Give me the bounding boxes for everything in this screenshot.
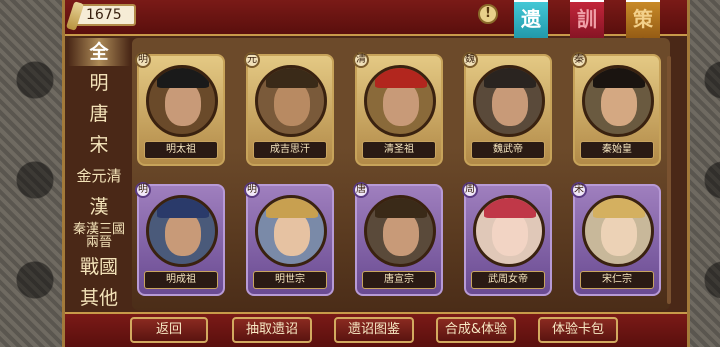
portrait	[582, 195, 654, 267]
tab-zhanguo[interactable]: 戰國	[68, 253, 130, 281]
dynasty-badge: 明	[135, 52, 151, 68]
edict-catalog-button[interactable]: 遗诏图鉴	[334, 317, 414, 343]
dynasty-badge: 秦	[571, 52, 587, 68]
card-qing-shengzu[interactable]: 清 清圣祖	[353, 52, 443, 166]
card-name: 秦始皇	[580, 141, 654, 159]
card-ming-shizong[interactable]: 明 明世宗	[244, 182, 334, 296]
face	[492, 82, 528, 126]
face	[274, 82, 310, 126]
coin-counter: 1675	[65, 1, 136, 31]
tab-ming[interactable]: 明	[68, 69, 130, 97]
card-name: 明成祖	[144, 271, 218, 289]
face	[601, 82, 637, 126]
hat	[593, 68, 645, 88]
hat	[593, 198, 645, 218]
card-name: 魏武帝	[471, 141, 545, 159]
hat	[375, 68, 427, 88]
portrait	[255, 195, 327, 267]
info-warning-icon[interactable]: !	[478, 4, 498, 24]
tab-other[interactable]: 其他	[68, 284, 130, 312]
combine-trial-button[interactable]: 合成&体验	[436, 317, 516, 343]
right-decoration	[688, 0, 720, 347]
hat	[484, 68, 536, 88]
portrait	[582, 65, 654, 137]
dynasty-tabs: 全 明 唐 宋 金元清 漢 秦漢三國 兩晉 戰國 其他	[68, 38, 130, 309]
card-name: 清圣祖	[362, 141, 436, 159]
portrait	[473, 195, 545, 267]
dynasty-badge: 明	[135, 182, 151, 198]
hat	[266, 68, 318, 88]
hat	[375, 198, 427, 218]
card-ming-chengzu[interactable]: 明 明成祖	[135, 182, 225, 296]
face	[492, 212, 528, 256]
scrollbar[interactable]	[667, 56, 671, 304]
card-qin-shihuang[interactable]: 秦 秦始皇	[571, 52, 661, 166]
card-name: 唐宣宗	[362, 271, 436, 289]
coin-value: 1675	[86, 7, 122, 23]
left-decoration	[0, 0, 70, 347]
face	[601, 212, 637, 256]
tab-qin-han-sanguo-liangjin[interactable]: 秦漢三國 兩晉	[68, 222, 130, 251]
card-song-renzong[interactable]: 宋 宋仁宗	[571, 182, 661, 296]
card-ming-taizu[interactable]: 明 明太祖	[135, 52, 225, 166]
card-name: 成吉思汗	[253, 141, 327, 159]
portrait	[473, 65, 545, 137]
back-button[interactable]: 返回	[130, 317, 208, 343]
dynasty-badge: 元	[244, 52, 260, 68]
card-name: 明太祖	[144, 141, 218, 159]
face	[274, 212, 310, 256]
dynasty-badge: 魏	[462, 52, 478, 68]
tab-all[interactable]: 全	[68, 38, 130, 66]
face	[165, 212, 201, 256]
hat	[157, 68, 209, 88]
face	[383, 82, 419, 126]
card-wuzhou-empress[interactable]: 周 武周女帝	[462, 182, 552, 296]
portrait	[255, 65, 327, 137]
dynasty-badge: 宋	[571, 182, 587, 198]
card-genghis-khan[interactable]: 元 成吉思汗	[244, 52, 334, 166]
dynasty-badge: 清	[353, 52, 369, 68]
card-tang-xuanzong[interactable]: 唐 唐宣宗	[353, 182, 443, 296]
hat	[266, 198, 318, 218]
hat	[484, 198, 536, 218]
portrait	[364, 65, 436, 137]
trial-pack-button[interactable]: 体验卡包	[538, 317, 618, 343]
dynasty-badge: 周	[462, 182, 478, 198]
portrait	[146, 195, 218, 267]
card-name: 武周女帝	[471, 271, 545, 289]
tab-jin-yuan-qing[interactable]: 金元清	[68, 162, 130, 190]
hat	[157, 198, 209, 218]
tab-song[interactable]: 宋	[68, 131, 130, 159]
dynasty-badge: 唐	[353, 182, 369, 198]
face	[165, 82, 201, 126]
portrait	[364, 195, 436, 267]
tab-han[interactable]: 漢	[68, 193, 130, 221]
card-name: 宋仁宗	[580, 271, 654, 289]
draw-edict-button[interactable]: 抽取遗诏	[232, 317, 312, 343]
face	[383, 212, 419, 256]
dynasty-badge: 明	[244, 182, 260, 198]
card-name: 明世宗	[253, 271, 327, 289]
card-wei-wudi[interactable]: 魏 魏武帝	[462, 52, 552, 166]
portrait	[146, 65, 218, 137]
tab-tang[interactable]: 唐	[68, 100, 130, 128]
